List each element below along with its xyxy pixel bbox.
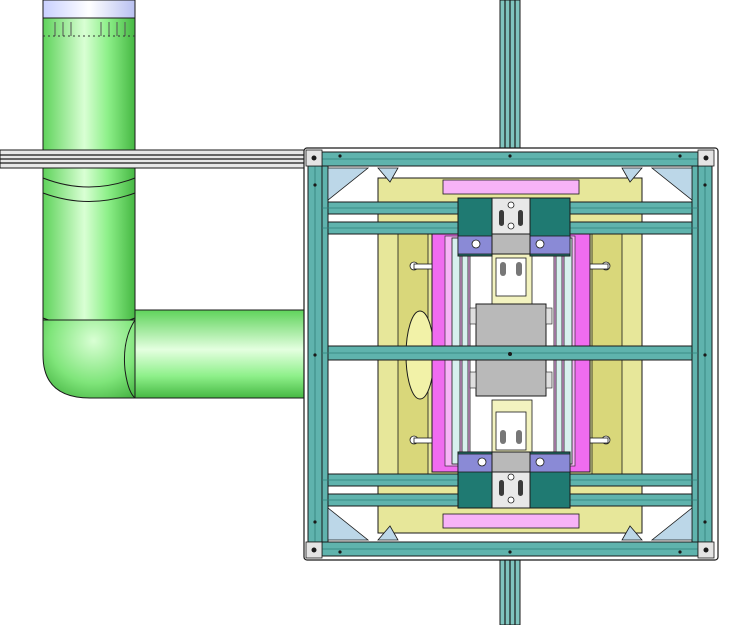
horizontal-rail	[0, 149, 309, 169]
pipe-elbow	[42, 310, 136, 399]
cad-drawing-canvas	[0, 0, 719, 625]
cad-assembly-view	[0, 0, 754, 625]
outer-frame	[303, 147, 719, 561]
